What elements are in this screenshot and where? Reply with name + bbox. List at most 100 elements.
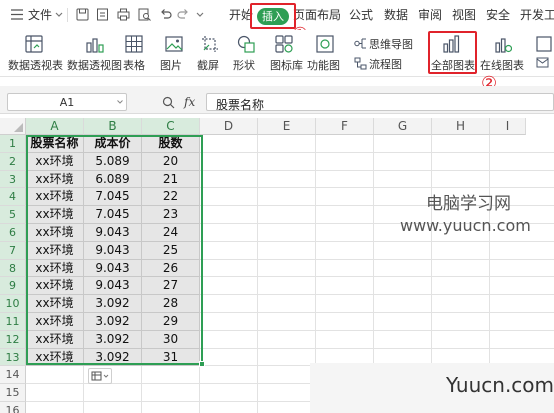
table-cell[interactable]: 3.092 [84,295,142,313]
table-cell[interactable]: xx环境 [26,330,84,349]
pivot-chart-button[interactable]: 数据透视图 [67,59,122,72]
row-header-16[interactable]: 16 [0,402,26,413]
row-header-11[interactable]: 11 [0,313,26,331]
mind-map-icon[interactable] [354,37,367,50]
online-shape-icon[interactable] [536,36,552,52]
table-cell[interactable]: 9.043 [84,224,142,242]
table-cell[interactable]: xx环境 [26,188,84,207]
print-icon[interactable] [117,8,130,21]
screenshot-button[interactable]: 截屏 [197,59,219,72]
row-header-9[interactable]: 9 [0,277,26,296]
flowchart-button[interactable]: 流程图 [369,58,402,71]
table-header-cell[interactable]: 股数 [142,135,200,153]
table-cell[interactable]: 9.043 [84,241,142,260]
table-icon[interactable] [125,35,143,53]
table-cell[interactable]: xx环境 [26,348,84,367]
table-cell[interactable]: xx环境 [26,224,84,242]
row-header-10[interactable]: 10 [0,295,26,313]
table-cell[interactable]: xx环境 [26,152,84,171]
table-cell[interactable]: 26 [142,259,200,278]
fx-button[interactable]: fx [184,95,195,109]
picture-button[interactable]: 图片 [160,59,182,72]
redo-icon[interactable] [177,8,190,21]
table-cell[interactable]: 28 [142,295,200,313]
row-header-6[interactable]: 6 [0,224,26,242]
row-header-7[interactable]: 7 [0,241,26,260]
table-cell[interactable]: 25 [142,241,200,260]
table-cell[interactable]: 9.043 [84,259,142,278]
row-header-13[interactable]: 13 [0,348,26,367]
row-header-12[interactable]: 12 [0,330,26,349]
table-cell[interactable]: 27 [142,277,200,296]
table-cell[interactable]: xx环境 [26,241,84,260]
tab-security[interactable]: 安全 [486,8,510,22]
flowchart-icon[interactable] [354,57,367,70]
row-header-3[interactable]: 3 [0,170,26,189]
table-cell[interactable]: 23 [142,206,200,224]
online-chart-button[interactable]: 在线图表 [480,59,524,72]
pivot-chart-icon[interactable] [85,35,105,53]
table-cell[interactable]: 9.043 [84,277,142,296]
table-button[interactable]: 表格 [123,59,145,72]
hamburger-menu-icon[interactable] [11,9,23,20]
table-cell[interactable]: xx环境 [26,259,84,278]
column-header-b[interactable]: B [84,118,142,135]
tab-data[interactable]: 数据 [384,8,408,22]
table-cell[interactable]: xx环境 [26,313,84,331]
file-menu[interactable]: 文件 [28,8,52,22]
chevron-down-icon[interactable] [55,12,63,18]
table-cell[interactable]: 20 [142,152,200,171]
online-chart-icon[interactable] [494,35,512,53]
row-header-4[interactable]: 4 [0,188,26,207]
shapes-icon[interactable] [237,35,255,53]
row-header-8[interactable]: 8 [0,259,26,278]
shapes-button[interactable]: 形状 [233,59,255,72]
name-box[interactable]: A1 [7,93,127,111]
chevron-down-icon[interactable] [117,100,123,104]
table-cell[interactable]: 30 [142,330,200,349]
table-cell[interactable]: 21 [142,170,200,189]
screenshot-icon[interactable] [201,35,219,53]
formula-input[interactable]: 股票名称 [206,93,554,112]
table-cell[interactable]: 3.092 [84,313,142,331]
column-header-f[interactable]: F [316,118,374,135]
row-header-1[interactable]: 1 [0,135,26,153]
table-cell[interactable]: 7.045 [84,206,142,224]
tab-review[interactable]: 审阅 [418,8,442,22]
table-cell[interactable]: 3.092 [84,330,142,349]
row-header-14[interactable]: 14 [0,366,26,385]
function-chart-button[interactable]: 功能图 [307,59,340,72]
table-cell[interactable]: 24 [142,224,200,242]
tab-developer[interactable]: 开发工 [520,8,554,22]
export-pdf-icon[interactable] [96,8,109,21]
table-cell[interactable]: xx环境 [26,277,84,296]
table-cell[interactable]: 29 [142,313,200,331]
zoom-formula-icon[interactable] [162,96,175,109]
more-options-icon[interactable] [536,57,552,69]
table-cell[interactable]: 22 [142,188,200,207]
column-header-i[interactable]: I [490,118,526,135]
table-cell[interactable]: xx环境 [26,206,84,224]
icon-library-icon[interactable] [275,35,293,53]
row-header-2[interactable]: 2 [0,152,26,171]
row-header-15[interactable]: 15 [0,384,26,402]
tab-formulas[interactable]: 公式 [349,8,373,22]
table-cell[interactable]: 7.045 [84,188,142,207]
column-header-c[interactable]: C [142,118,200,135]
table-header-cell[interactable]: 股票名称 [26,135,84,153]
quick-analysis-button[interactable] [88,368,112,384]
pivot-table-button[interactable]: 数据透视表 [8,59,63,72]
table-cell[interactable]: 5.089 [84,152,142,171]
row-header-5[interactable]: 5 [0,206,26,224]
column-header-d[interactable]: D [200,118,258,135]
mind-map-button[interactable]: 思维导图 [369,38,413,51]
table-header-cell[interactable]: 成本价 [84,135,142,153]
tab-view[interactable]: 视图 [452,8,476,22]
table-cell[interactable]: xx环境 [26,170,84,189]
table-cell[interactable]: xx环境 [26,295,84,313]
print-preview-icon[interactable] [138,8,151,21]
picture-icon[interactable] [165,35,183,53]
select-all-corner[interactable] [0,118,26,135]
table-cell[interactable]: 31 [142,348,200,367]
table-cell[interactable]: 6.089 [84,170,142,189]
